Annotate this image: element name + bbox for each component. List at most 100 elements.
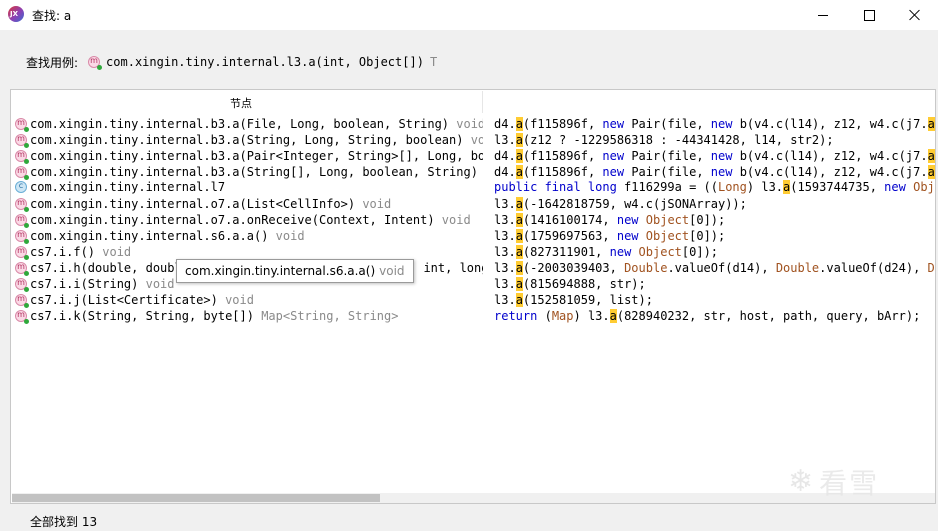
code-token: l3. <box>494 261 516 275</box>
code-token: return <box>494 309 538 323</box>
result-row[interactable]: m cs7.i.f() void <box>12 244 131 260</box>
code-line[interactable]: l3.a(-2003039403, Double.valueOf(d14), D… <box>494 260 935 276</box>
result-row[interactable]: m com.xingin.tiny.internal.o7.a(List<Cell… <box>12 196 391 212</box>
code-line[interactable]: l3.a(152581059, list); <box>494 292 653 308</box>
kanxue-watermark: ❄ 看雪 <box>788 462 879 502</box>
code-line[interactable]: l3.a(1416100174, new Object[0]); <box>494 212 725 228</box>
code-line[interactable]: l3.a(815694888, str); <box>494 276 646 292</box>
result-return-type: vo <box>470 133 483 147</box>
result-signature: com.xingin.tiny.internal.o7.a(List<CellI… <box>30 197 356 211</box>
result-row[interactable]: m com.xingin.tiny.internal.o7.a.onReceive… <box>12 212 471 228</box>
code-token: ((Ob <box>935 165 936 179</box>
result-return-type: void <box>138 277 175 291</box>
match-highlight: a <box>515 213 523 227</box>
code-token: (-2003039403, <box>522 261 625 275</box>
code-token: (f115896f, <box>522 117 603 131</box>
result-signature: com.xingin.tiny.internal.b3.a(String, Lo… <box>30 133 464 147</box>
code-token: (815694888, str); <box>522 277 646 291</box>
code-token: Object <box>645 229 690 243</box>
result-row[interactable]: m cs7.i.h(double, doubl <box>12 260 182 276</box>
class-icon: c <box>15 181 27 193</box>
maximize-icon <box>863 9 875 21</box>
result-row[interactable]: m com.xingin.tiny.internal.b3.a(File, Lon… <box>12 116 483 132</box>
result-row[interactable]: m com.xingin.tiny.internal.b3.a(String[],… <box>12 164 478 180</box>
tooltip-return-type: void <box>379 264 405 278</box>
code-token: public final long <box>494 180 617 194</box>
usage-target: 查找用例: m com.xingin.tiny.internal.l3.a(in… <box>26 53 437 71</box>
code-token: Double <box>775 261 820 275</box>
match-highlight: a <box>927 117 935 131</box>
tooltip-text: com.xingin.tiny.internal.s6.a.a() <box>185 264 376 278</box>
column-header-node[interactable]: 节点 <box>12 91 482 113</box>
result-return-type: void <box>268 229 305 243</box>
result-row[interactable]: c com.xingin.tiny.internal.l7 <box>12 179 225 195</box>
code-token: l3. <box>494 133 516 147</box>
method-icon: m <box>15 310 29 324</box>
close-button[interactable] <box>892 0 938 30</box>
code-token: (-1642818759, w4.c(jSONArray)); <box>522 197 747 211</box>
result-row[interactable]: m com.xingin.tiny.internal.s6.a.a() void <box>12 228 305 244</box>
code-token: new <box>710 117 733 131</box>
code-token: Object <box>913 180 935 194</box>
result-row[interactable]: m com.xingin.tiny.internal.b3.a(String, L… <box>12 132 483 148</box>
result-signature: cs7.i.h(double, doubl <box>30 261 182 275</box>
code-token: (828940232, str, host, path, query, bArr… <box>616 309 921 323</box>
result-row[interactable]: m cs7.i.k(String, String, byte[]) Map<Str… <box>12 308 398 324</box>
result-signature: com.xingin.tiny.internal.l7 <box>30 180 226 194</box>
code-token: (f115896f, <box>522 149 603 163</box>
code-token: .valueOf(d24), <box>819 261 928 275</box>
code-token: (z12 ? -1229586318 : -44341428, l14, str… <box>522 133 834 147</box>
match-highlight: a <box>515 165 523 179</box>
match-highlight: a <box>515 149 523 163</box>
code-line[interactable]: l3.a(1759697563, new Object[0]); <box>494 228 725 244</box>
result-row[interactable]: m cs7.i.j(List<Certificate>) void <box>12 292 254 308</box>
code-token: new <box>710 165 733 179</box>
result-return-type: void <box>355 197 392 211</box>
code-line[interactable]: l3.a(827311901, new Object[0]); <box>494 244 718 260</box>
method-icon: m <box>15 118 29 132</box>
scrollbar-thumb[interactable] <box>12 494 380 502</box>
maximize-button[interactable] <box>846 0 892 30</box>
code-token: [0]); <box>689 229 726 243</box>
hover-tooltip: com.xingin.tiny.internal.s6.a.a() void <box>176 259 414 283</box>
method-icon: m <box>15 134 29 148</box>
minimize-button[interactable] <box>800 0 846 30</box>
column-divider[interactable] <box>482 91 483 113</box>
result-signature: com.xingin.tiny.internal.b3.a(Pair<Integ… <box>30 149 483 163</box>
code-token: ((O <box>935 117 936 131</box>
code-token: (1416100174, <box>522 213 617 227</box>
code-line[interactable]: return (Map) l3.a(828940232, str, host, … <box>494 308 920 324</box>
match-highlight: a <box>515 229 523 243</box>
code-line[interactable]: l3.a(-1642818759, w4.c(jSONArray)); <box>494 196 747 212</box>
result-signature: cs7.i.f() <box>30 245 96 259</box>
results-panel: 节点 m com.xingin.tiny.internal.b3.a(File, … <box>10 89 936 504</box>
match-highlight: a <box>609 309 617 323</box>
code-token: ( <box>537 309 552 323</box>
code-preview-list: d4.a(f115896f, new Pair(file, new b(v4.c… <box>483 116 936 488</box>
code-line[interactable]: public final long f116299a = ((Long) l3.… <box>494 179 935 195</box>
code-line[interactable]: l3.a(z12 ? -1229586318 : -44341428, l14,… <box>494 132 834 148</box>
code-token: b(v4.c(l14), z12, w4.c(j7. <box>732 117 928 131</box>
code-line[interactable]: d4.a(f115896f, new Pair(file, new b(v4.c… <box>494 164 936 180</box>
code-token: Long <box>717 180 747 194</box>
result-return-type: void <box>95 245 132 259</box>
method-icon: m <box>15 246 29 260</box>
match-highlight: a <box>515 277 523 291</box>
code-token: [0]); <box>681 245 719 259</box>
match-highlight: a <box>515 133 523 147</box>
method-icon: m <box>15 150 29 164</box>
code-token: l3. <box>494 213 516 227</box>
code-token: b(v4.c(l14), z12, w4.c(j7. <box>732 165 928 179</box>
code-token: l3. <box>494 197 516 211</box>
snowflake-icon: ❄ <box>788 464 814 499</box>
result-row[interactable]: m cs7.i.i(String) void <box>12 276 175 292</box>
result-row[interactable]: m com.xingin.tiny.internal.b3.a(Pair<Inte… <box>12 148 483 164</box>
code-line[interactable]: d4.a(f115896f, new Pair(file, new b(v4.c… <box>494 148 935 164</box>
code-token: Pair(file, <box>624 117 711 131</box>
code-token: [0]); <box>689 213 726 227</box>
code-line[interactable]: d4.a(f115896f, new Pair(file, new b(v4.c… <box>494 116 936 132</box>
usage-method: com.xingin.tiny.internal.l3.a(int, Objec… <box>106 55 424 69</box>
code-token: new <box>609 245 632 259</box>
code-token: .valueOf(d14), <box>667 261 776 275</box>
result-signature: cs7.i.j(List<Certificate>) <box>30 293 218 307</box>
